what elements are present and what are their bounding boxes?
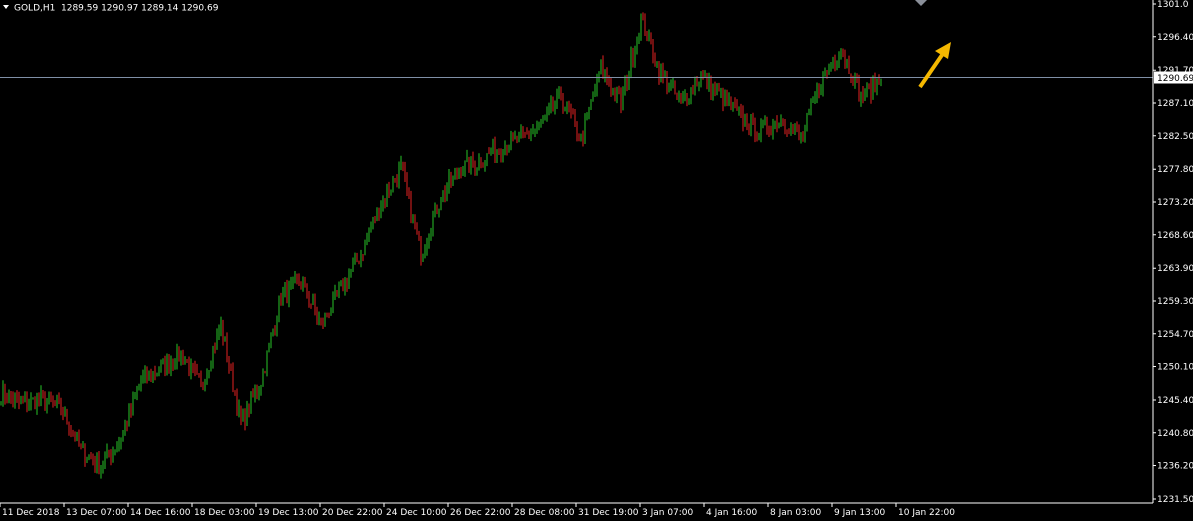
y-tick-label: 1273.20	[1157, 198, 1193, 208]
x-tick-label: 4 Jan 16:00	[706, 508, 758, 518]
x-tick-label: 24 Dec 10:00	[386, 508, 447, 518]
y-tick-label: 1277.80	[1157, 165, 1193, 175]
x-tick-label: 13 Dec 07:00	[66, 508, 127, 518]
y-tick-label: 1240.80	[1157, 429, 1193, 439]
x-tick-label: 3 Jan 07:00	[642, 508, 694, 518]
x-tick-label: 20 Dec 22:00	[322, 508, 383, 518]
y-tick-label: 1287.10	[1157, 99, 1193, 109]
current-price-badge: 1290.69	[1154, 71, 1193, 84]
x-tick-label: 31 Dec 19:00	[578, 508, 639, 518]
y-tick-label: 1301.0	[1157, 0, 1189, 10]
x-tick-label: 26 Dec 22:00	[450, 508, 511, 518]
ohlc-readout: 1289.59 1290.97 1289.14 1290.69	[61, 4, 219, 14]
x-tick-label: 28 Dec 08:00	[514, 508, 575, 518]
x-tick-label: 18 Dec 03:00	[194, 508, 255, 518]
y-tick-label: 1282.50	[1157, 132, 1193, 142]
y-tick-label: 1250.10	[1157, 363, 1193, 373]
y-tick-label: 1263.90	[1157, 264, 1193, 274]
chart-title: GOLD,H1	[14, 4, 55, 14]
x-tick-label: 11 Dec 2018	[2, 508, 60, 518]
price-chart[interactable]: 1301.01296.401291.701287.101282.501277.8…	[0, 0, 1193, 521]
y-tick-label: 1268.60	[1157, 231, 1193, 241]
x-tick-label: 14 Dec 16:00	[130, 508, 191, 518]
y-tick-label: 1245.40	[1157, 396, 1193, 406]
x-tick-label: 9 Jan 13:00	[834, 508, 886, 518]
y-tick-label: 1296.40	[1157, 33, 1193, 43]
y-tick-label: 1236.20	[1157, 462, 1193, 472]
y-tick-label: 1231.50	[1157, 495, 1193, 505]
current-price-label: 1290.69	[1157, 74, 1193, 84]
y-tick-label: 1254.70	[1157, 330, 1193, 340]
x-tick-label: 19 Dec 13:00	[258, 508, 319, 518]
y-tick-label: 1259.30	[1157, 297, 1193, 307]
x-tick-label: 10 Jan 22:00	[898, 508, 955, 518]
x-tick-label: 8 Jan 03:00	[770, 508, 822, 518]
